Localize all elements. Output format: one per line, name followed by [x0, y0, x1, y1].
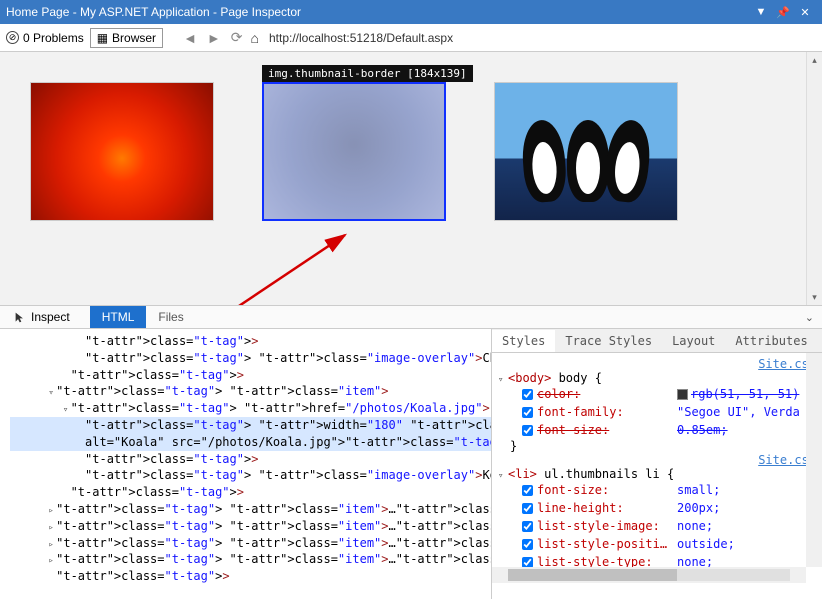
thumbnail-koala-selected[interactable]: img.thumbnail-border [184x139] [262, 82, 446, 221]
scroll-down-icon[interactable]: ▾ [807, 289, 822, 305]
preview-scroll-vertical[interactable]: ▴ ▾ [806, 52, 822, 305]
code-line[interactable]: "t-attr">class="t-tag">> [10, 451, 491, 468]
toolbar: ⊘ 0 Problems ▦ Browser ◄ ► ⟳ ⌂ http://lo… [0, 24, 822, 52]
close-icon[interactable]: ✕ [794, 6, 816, 19]
styles-body[interactable]: Site.css▿<body> body {color:rgb(51, 51, … [492, 353, 822, 583]
tab-trace-styles[interactable]: Trace Styles [555, 330, 662, 352]
styles-tabs: Styles Trace Styles Layout Attributes [492, 329, 822, 353]
tab-attributes[interactable]: Attributes [725, 330, 817, 352]
code-line[interactable]: "t-attr">class="t-tag">> [10, 484, 491, 501]
home-icon[interactable]: ⌂ [251, 30, 259, 46]
code-line[interactable]: "t-attr">class="t-tag">> [10, 333, 491, 350]
problems-indicator[interactable]: ⊘ 0 Problems [6, 31, 84, 45]
selection-tooltip: img.thumbnail-border [184x139] [262, 65, 473, 82]
expand-toggle[interactable]: ▹ [46, 522, 56, 535]
code-line[interactable]: "t-attr">class="t-tag"> "t-attr">width="… [10, 417, 491, 434]
css-property[interactable]: list-style-positi…outside; [498, 535, 816, 553]
browser-icon: ▦ [97, 31, 108, 45]
thumbnail-chrysanthemum[interactable] [30, 82, 214, 221]
cursor-icon [14, 311, 27, 324]
css-property[interactable]: line-height:200px; [498, 499, 816, 517]
expand-toggle[interactable]: ▹ [46, 505, 56, 518]
refresh-icon[interactable]: ⟳ [229, 29, 245, 46]
problems-label: 0 Problems [23, 31, 84, 45]
styles-scroll-vertical[interactable] [806, 353, 822, 567]
styles-scroll-horizontal[interactable] [492, 567, 806, 583]
nav-back-icon[interactable]: ◄ [181, 30, 199, 46]
scroll-up-icon[interactable]: ▴ [807, 52, 822, 68]
code-line[interactable]: "t-attr">class="t-tag"> "t-attr">class="… [10, 467, 491, 484]
nav-forward-icon[interactable]: ► [205, 30, 223, 46]
property-toggle[interactable] [522, 389, 533, 400]
code-line[interactable]: alt="Koala" src="/photos/Koala.jpg">"t-a… [10, 434, 491, 451]
pin-icon[interactable]: 📌 [772, 6, 794, 19]
tab-layout[interactable]: Layout [662, 330, 725, 352]
code-line[interactable]: "t-attr">class="t-tag">> [10, 367, 491, 384]
browser-mode-button[interactable]: ▦ Browser [90, 28, 163, 48]
browser-label: Browser [112, 31, 156, 45]
property-toggle[interactable] [522, 557, 533, 568]
css-property[interactable]: list-style-image:none; [498, 517, 816, 535]
code-line[interactable]: "t-attr">class="t-tag">> [10, 568, 491, 585]
problems-icon: ⊘ [6, 31, 19, 44]
property-toggle[interactable] [522, 485, 533, 496]
tab-styles[interactable]: Styles [492, 330, 555, 352]
inspector-panels: "t-attr">class="t-tag">> "t-attr">class=… [0, 329, 822, 599]
window-title: Home Page - My ASP.NET Application - Pag… [6, 5, 750, 19]
tab-files[interactable]: Files [146, 306, 195, 328]
code-line[interactable]: ▹"t-attr">class="t-tag"> "t-attr">class=… [10, 551, 491, 568]
property-toggle[interactable] [522, 503, 533, 514]
code-line[interactable]: ▿"t-attr">class="t-tag"> "t-attr">class=… [10, 383, 491, 400]
code-line[interactable]: ▹"t-attr">class="t-tag"> "t-attr">class=… [10, 518, 491, 535]
property-toggle[interactable] [522, 539, 533, 550]
css-selector[interactable]: ▿<body> body { [498, 371, 816, 385]
code-line[interactable]: ▿"t-attr">class="t-tag"> "t-attr">href="… [10, 400, 491, 417]
dropdown-icon[interactable]: ▼ [750, 6, 772, 18]
css-selector[interactable]: ▿<li> ul.thumbnails li { [498, 467, 816, 481]
css-property[interactable]: font-size:small; [498, 481, 816, 499]
selection-overlay [264, 84, 444, 219]
css-property[interactable]: color:rgb(51, 51, 51) [498, 385, 816, 403]
title-bar: Home Page - My ASP.NET Application - Pag… [0, 0, 822, 24]
inspect-mode[interactable]: Inspect [6, 310, 78, 324]
styles-panel: Styles Trace Styles Layout Attributes Si… [492, 329, 822, 599]
expand-toggle[interactable]: ▹ [46, 555, 56, 568]
rule-close: } [498, 439, 816, 453]
browser-preview: img.thumbnail-border [184x139] ▴ ▾ [0, 52, 822, 305]
property-toggle[interactable] [522, 521, 533, 532]
property-toggle[interactable] [522, 425, 533, 436]
expand-toggle[interactable]: ▿ [46, 387, 56, 400]
thumbnail-penguins[interactable] [494, 82, 678, 221]
inspect-label: Inspect [31, 310, 70, 324]
css-property[interactable]: font-size:0.85em; [498, 421, 816, 439]
expand-toggle[interactable]: ▹ [46, 539, 56, 552]
inspector-tabs: Inspect HTML Files ⌄ [0, 305, 822, 329]
address-url: http://localhost:51218/Default.aspx [265, 31, 453, 45]
chevron-down-icon[interactable]: ⌄ [805, 311, 814, 324]
css-property[interactable]: font-family:"Segoe UI", Verda [498, 403, 816, 421]
expand-toggle[interactable]: ▿ [61, 404, 71, 417]
property-toggle[interactable] [522, 407, 533, 418]
code-line[interactable]: "t-attr">class="t-tag"> "t-attr">class="… [10, 350, 491, 367]
code-line[interactable]: ▹"t-attr">class="t-tag"> "t-attr">class=… [10, 501, 491, 518]
html-tree-panel[interactable]: "t-attr">class="t-tag">> "t-attr">class=… [0, 329, 492, 599]
code-line[interactable]: ▹"t-attr">class="t-tag"> "t-attr">class=… [10, 535, 491, 552]
tab-html[interactable]: HTML [90, 306, 147, 328]
